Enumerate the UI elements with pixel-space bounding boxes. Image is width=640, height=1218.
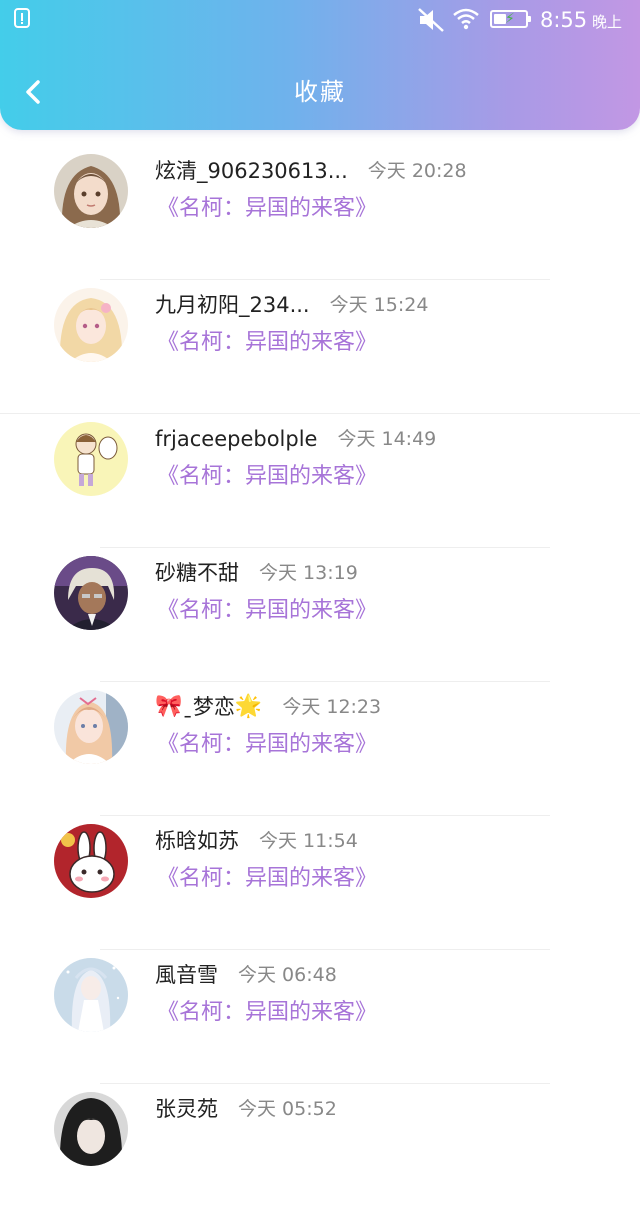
username[interactable]: 栎晗如苏 (155, 824, 239, 858)
mute-icon (418, 8, 444, 32)
book-title-link[interactable]: 《名柯：异国的来客》 (157, 460, 377, 494)
avatar[interactable] (54, 556, 128, 630)
avatar[interactable] (54, 690, 128, 764)
username[interactable]: 九月初阳_234... (155, 288, 310, 322)
avatar-chibi-yellow-icon (54, 422, 128, 496)
battery-charging-icon: ⚡ (490, 10, 531, 28)
timestamp: 今天 15:24 (329, 294, 429, 316)
timestamp: 今天 20:28 (367, 160, 467, 182)
timestamp: 今天 05:52 (238, 1098, 337, 1120)
username[interactable]: 张灵苑 (155, 1092, 218, 1126)
timestamp: 今天 06:48 (238, 964, 337, 986)
username[interactable]: ˍ梦恋 (182, 690, 235, 724)
status-bar: ⚡ 8:55 晚上 (0, 0, 640, 40)
timestamp: 今天 12:23 (282, 696, 382, 718)
list-item[interactable]: frjaceepebolple 今天 14:49 《名柯：异国的来客》 (0, 414, 640, 548)
wifi-icon (453, 8, 479, 30)
avatar-anime-boy-dark-icon (54, 556, 128, 630)
list-item[interactable]: 🎀 ˍ梦恋 🌟 今天 12:23 《名柯：异国的来客》 (0, 682, 640, 816)
avatar-dark-hair-icon (54, 1092, 128, 1166)
notification-alert-icon (14, 8, 30, 28)
avatar-anime-girl-silver-icon (54, 958, 128, 1032)
list-item[interactable]: 九月初阳_234... 今天 15:24 《名柯：异国的来客》 (0, 280, 640, 414)
username[interactable]: 風音雪 (155, 958, 218, 992)
username[interactable]: frjaceepebolple (155, 422, 317, 456)
sparkle-star-icon: 🌟 (234, 694, 263, 719)
timestamp: 今天 14:49 (337, 428, 437, 450)
avatar-anime-girl-white-icon (54, 690, 128, 764)
avatar[interactable] (54, 958, 128, 1032)
ribbon-icon: 🎀 (155, 694, 183, 719)
timestamp: 今天 13:19 (259, 562, 358, 584)
book-title-link[interactable]: 《名柯：异国的来客》 (157, 728, 377, 762)
book-title-link[interactable]: 《名柯：异国的来客》 (157, 996, 377, 1030)
status-time: 8:55 (540, 8, 588, 32)
avatar[interactable] (54, 824, 128, 898)
avatar[interactable] (54, 422, 128, 496)
avatar-anime-girl-brown-hair-icon (54, 154, 128, 228)
page-title: 收藏 (294, 78, 346, 106)
app-header: ⚡ 8:55 晚上 收藏 (0, 0, 640, 130)
charging-bolt-icon: ⚡ (505, 11, 515, 27)
book-title-link[interactable]: 《名柯：异国的来客》 (157, 594, 377, 628)
favorites-list: 炫清_906230613... 今天 20:28 《名柯：异国的来客》 九月初阳… (0, 146, 640, 1218)
timestamp: 今天 11:54 (259, 830, 358, 852)
avatar[interactable] (54, 154, 128, 228)
avatar[interactable] (54, 1092, 128, 1166)
list-item[interactable]: 風音雪 今天 06:48 《名柯：异国的来客》 (0, 950, 640, 1084)
book-title-link[interactable]: 《名柯：异国的来客》 (157, 192, 377, 226)
book-title-link[interactable]: 《名柯：异国的来客》 (157, 326, 377, 360)
avatar-white-rabbit-icon (54, 824, 128, 898)
username[interactable]: 砂糖不甜 (155, 556, 239, 590)
book-title-link[interactable]: 《名柯：异国的来客》 (157, 862, 377, 896)
avatar[interactable] (54, 288, 128, 362)
status-ampm: 晚上 (592, 13, 623, 31)
list-item[interactable]: 张灵苑 今天 05:52 (0, 1084, 640, 1218)
username[interactable]: 炫清_906230613... (155, 154, 348, 188)
avatar-anime-girl-blonde-icon (54, 288, 128, 362)
list-item[interactable]: 栎晗如苏 今天 11:54 《名柯：异国的来客》 (0, 816, 640, 950)
list-item[interactable]: 砂糖不甜 今天 13:19 《名柯：异国的来客》 (0, 548, 640, 682)
list-item[interactable]: 炫清_906230613... 今天 20:28 《名柯：异国的来客》 (0, 146, 640, 280)
